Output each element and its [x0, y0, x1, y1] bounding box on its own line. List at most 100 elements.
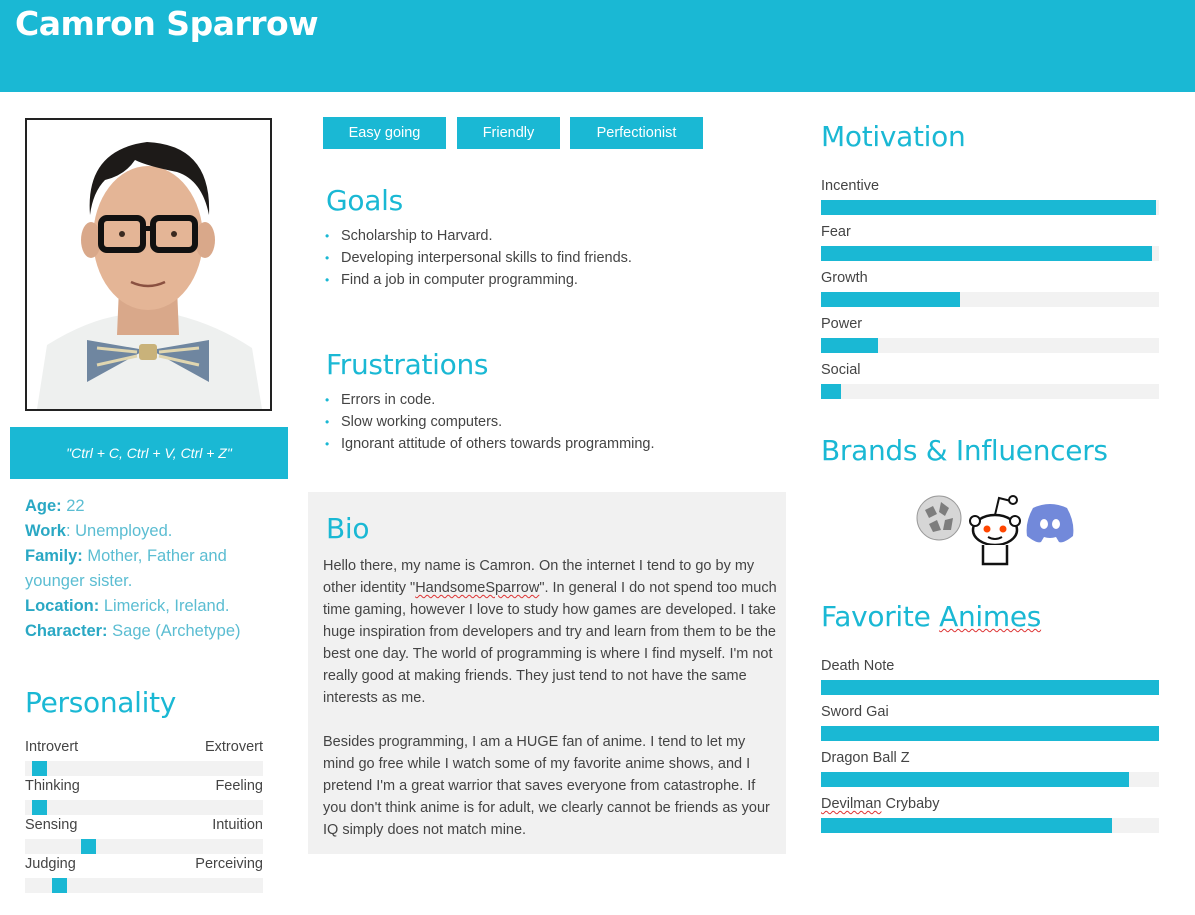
- trait-row: Introvert Extrovert: [25, 739, 263, 776]
- trait-row: Judging Perceiving: [25, 856, 263, 893]
- anime-label: Sword Gai: [821, 704, 1159, 720]
- trait-track: [25, 761, 263, 776]
- frustrations-title: Frustrations: [326, 348, 489, 381]
- motivation-row: Social: [821, 362, 1159, 399]
- fact-work-label: Work: [25, 522, 66, 540]
- anime-row: Devilman Crybaby: [821, 796, 1159, 833]
- motivation-label: Incentive: [821, 178, 880, 194]
- bio-panel: Bio Hello there, my name is Camron. On t…: [308, 492, 786, 854]
- anime-label-a: Devilman: [821, 796, 882, 812]
- anime-label-b: Dragon Ball Z: [821, 750, 910, 766]
- bio-text: Hello there, my name is Camron. On the i…: [323, 555, 778, 841]
- trait-left-label: Sensing: [25, 817, 78, 833]
- list-item: Errors in code.: [325, 389, 655, 411]
- trait-left-label: Judging: [25, 856, 76, 872]
- motivation-fill: [821, 246, 1153, 261]
- brand-logos: [915, 490, 1080, 570]
- motivation-row: Power: [821, 316, 1159, 353]
- goals-list: Scholarship to Harvard. Developing inter…: [325, 225, 632, 291]
- brands-title: Brands & Influencers: [821, 434, 1108, 467]
- list-item: Scholarship to Harvard.: [325, 225, 632, 247]
- trait-track: [25, 800, 263, 815]
- motivation-title: Motivation: [821, 120, 966, 153]
- trait-marker: [32, 761, 47, 776]
- anime-fill: [821, 818, 1112, 833]
- list-item: Developing interpersonal skills to find …: [325, 247, 632, 269]
- bio-text-rest: ". In general I do not spend too much ti…: [323, 580, 777, 706]
- trait-right-label: Extrovert: [204, 739, 263, 755]
- trait-row: Sensing Intuition: [25, 817, 263, 854]
- fact-location: Location: Limerick, Ireland.: [25, 594, 265, 619]
- anime-track: [821, 726, 1159, 741]
- wikipedia-logo: [916, 495, 962, 541]
- personality-title: Personality: [25, 686, 177, 719]
- fact-work-value: : Unemployed.: [65, 522, 173, 540]
- motivation-row: Incentive: [821, 178, 1159, 215]
- motivation-track: [821, 292, 1159, 307]
- motivation-row: Fear: [821, 224, 1159, 261]
- persona-name: Camron Sparrow: [15, 4, 319, 43]
- bio-title: Bio: [326, 512, 370, 545]
- anime-label: Dragon Ball Z: [821, 750, 1159, 766]
- fact-work: Work: Unemployed.: [25, 519, 265, 544]
- animes-title-word: Animes: [939, 600, 1042, 633]
- fact-character: Character: Sage (Archetype): [25, 619, 265, 644]
- fact-character-value: Sage (Archetype): [107, 622, 241, 640]
- trait-marker: [32, 800, 47, 815]
- goals-title: Goals: [326, 184, 403, 217]
- persona-photo: [25, 118, 272, 411]
- animes-title: Favorite Animes: [821, 600, 1041, 633]
- persona-facts: Age: 22 Work: Unemployed. Family: Mother…: [25, 494, 265, 644]
- list-item: Ignorant attitude of others towards prog…: [325, 433, 655, 455]
- trait-tag: Friendly: [457, 117, 560, 149]
- trait-marker: [52, 878, 67, 893]
- motivation-label: Fear: [821, 224, 851, 240]
- anime-label: Death Note: [821, 658, 1159, 674]
- trait-tag: Perfectionist: [570, 117, 703, 149]
- motivation-track: [821, 200, 1159, 215]
- anime-row: Death Note: [821, 658, 1159, 695]
- fact-age-label: Age:: [25, 497, 62, 515]
- trait-left-label: Introvert: [25, 739, 79, 755]
- anime-fill: [821, 772, 1129, 787]
- reddit-logo: [969, 495, 1021, 566]
- trait-left-label: Thinking: [25, 778, 80, 794]
- animes-title-prefix: Favorite: [821, 600, 940, 633]
- trait-track: [25, 839, 263, 854]
- frustrations-list: Errors in code. Slow working computers. …: [325, 389, 655, 455]
- fact-location-label: Location:: [25, 597, 100, 615]
- fact-location-value: Limerick, Ireland.: [99, 597, 230, 615]
- portrait-illustration: [27, 120, 270, 409]
- fact-age-value: 22: [61, 497, 85, 515]
- motivation-label: Power: [821, 316, 863, 332]
- list-item: Find a job in computer programming.: [325, 269, 632, 291]
- anime-fill: [821, 680, 1159, 695]
- trait-right-label: Perceiving: [195, 856, 263, 872]
- header-banner: Camron Sparrow: [0, 0, 1195, 92]
- motivation-fill: [821, 384, 842, 399]
- fact-family-label: Family:: [25, 547, 83, 565]
- anime-label-b: Crybaby: [881, 796, 940, 812]
- fact-age: Age: 22: [25, 494, 265, 519]
- trait-tag: Easy going: [323, 117, 446, 149]
- anime-fill: [821, 726, 1159, 741]
- motivation-label: Social: [821, 362, 861, 378]
- motivation-track: [821, 338, 1159, 353]
- fact-character-label: Character:: [25, 622, 108, 640]
- persona-quote: "Ctrl + C, Ctrl + V, Ctrl + Z": [10, 427, 288, 479]
- discord-logo: [1026, 504, 1074, 543]
- anime-row: Sword Gai: [821, 704, 1159, 741]
- anime-row: Dragon Ball Z: [821, 750, 1159, 787]
- anime-label-b: Sword Gai: [821, 704, 889, 720]
- anime-track: [821, 772, 1159, 787]
- motivation-label: Growth: [821, 270, 868, 286]
- motivation-fill: [821, 200, 1156, 215]
- fact-family: Family: Mother, Father and younger siste…: [25, 544, 265, 594]
- trait-right-label: Feeling: [215, 778, 263, 794]
- trait-right-label: Intuition: [212, 817, 263, 833]
- trait-track: [25, 878, 263, 893]
- motivation-fill: [821, 338, 879, 353]
- anime-track: [821, 818, 1159, 833]
- motivation-row: Growth: [821, 270, 1159, 307]
- motivation-track: [821, 246, 1159, 261]
